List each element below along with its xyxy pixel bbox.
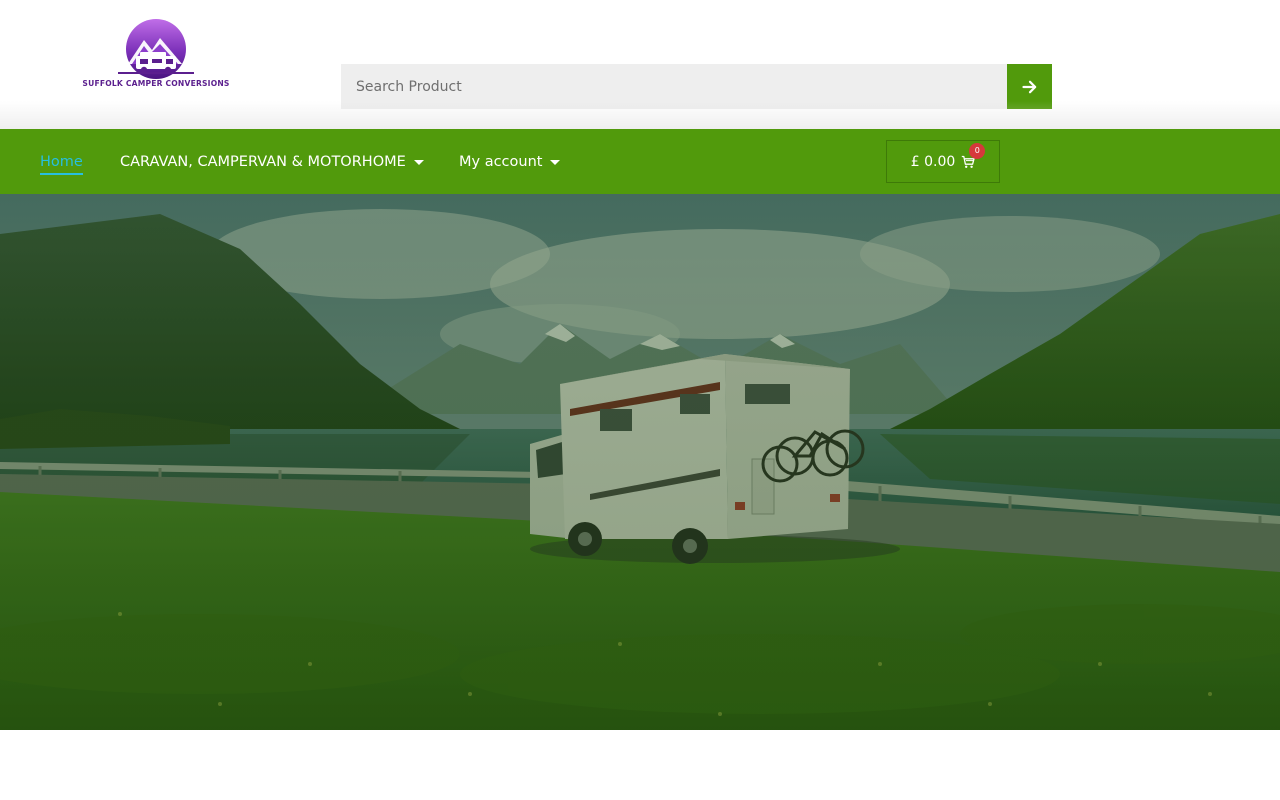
hero-banner <box>0 194 1280 730</box>
search-submit-button[interactable] <box>1007 64 1052 109</box>
site-logo[interactable]: SUFFOLK CAMPER CONVERSIONS <box>78 18 234 92</box>
site-header: SUFFOLK CAMPER CONVERSIONS <box>0 0 1280 129</box>
main-nav: Home CARAVAN, CAMPERVAN & MOTORHOME My a… <box>0 129 1280 194</box>
cart-count-badge: 0 <box>969 142 986 159</box>
campervan-fjord-landscape-image <box>0 194 1280 730</box>
logo-wordmark: SUFFOLK CAMPER CONVERSIONS <box>82 79 230 88</box>
nav-item-my-account[interactable]: My account <box>459 129 561 194</box>
nav-item-label: Home <box>40 154 83 175</box>
nav-item-caravan-campervan-motorhome[interactable]: CARAVAN, CAMPERVAN & MOTORHOME <box>120 129 424 194</box>
arrow-right-icon <box>1021 80 1036 93</box>
nav-item-home[interactable]: Home <box>40 129 83 194</box>
search-input[interactable] <box>341 64 1007 109</box>
cart-total: £ 0.00 <box>910 153 956 170</box>
cart-button[interactable]: £ 0.00 0 <box>886 140 1000 183</box>
cart-icon-wrap: 0 <box>961 142 986 169</box>
search-form <box>341 64 1052 109</box>
caret-down-icon <box>413 160 424 165</box>
nav-item-label: My account <box>459 153 543 170</box>
campervan-mountain-logo-icon <box>118 19 194 79</box>
caret-down-icon <box>550 160 561 165</box>
nav-item-label: CARAVAN, CAMPERVAN & MOTORHOME <box>120 153 406 170</box>
